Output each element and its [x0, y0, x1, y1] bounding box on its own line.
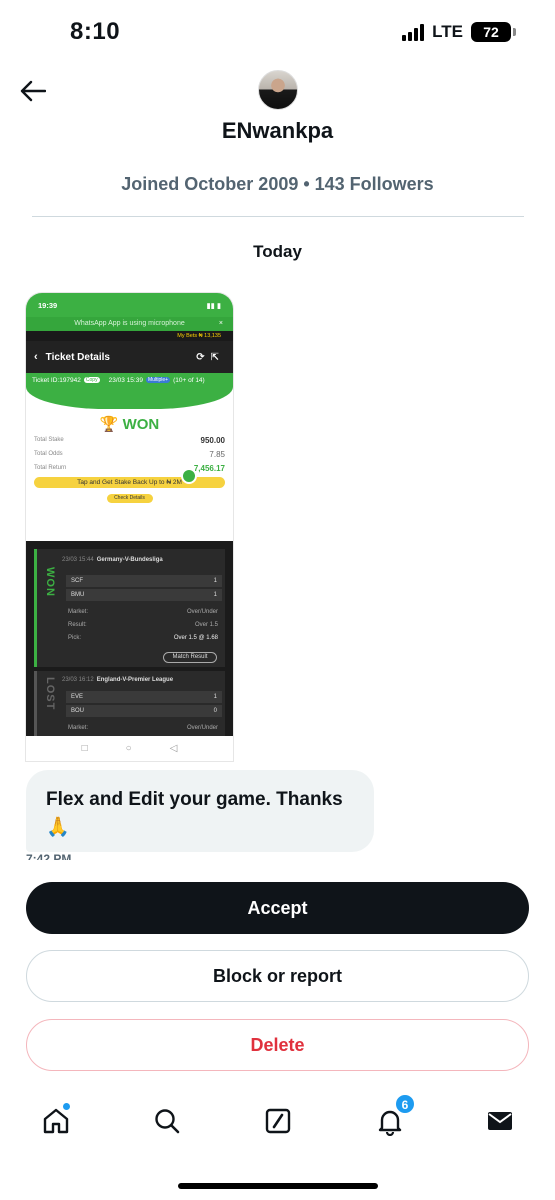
message-emoji: 🙏: [46, 817, 70, 838]
message-time: 7:42 PM: [26, 852, 72, 860]
nav-home[interactable]: [39, 1102, 73, 1138]
attachment-mybets: My Bets ₦ 13,135: [26, 331, 233, 341]
profile-summary: Joined October 2009 • 143 Followers: [121, 174, 434, 194]
attachment-phone-time: 19:39: [38, 300, 58, 310]
attachment-ticket-header: ‹ Ticket Details ⟳⇱: [26, 341, 233, 373]
attachment-title: Ticket Details: [45, 351, 110, 363]
status-time: 8:10: [70, 18, 121, 45]
nav-search[interactable]: [150, 1104, 184, 1138]
attachment-status-bar: 19:39 ▮▮ ▮: [26, 293, 233, 317]
nav-grok[interactable]: [261, 1104, 295, 1138]
attachment-ticket-info: Ticket ID:197942 Copy 23/03 15:39 Multip…: [26, 373, 233, 409]
message-text: Flex and Edit your game. Thanks: [46, 789, 343, 810]
attachment-match-card-won: WON 23/03 15:44 Germany-V-Bundesliga SCF 1…: [34, 549, 225, 667]
status-indicators: LTE 72: [402, 22, 516, 42]
signal-icon: [402, 23, 425, 41]
display-name[interactable]: ENwankpa: [0, 118, 555, 144]
attachment-return-row: Total Return 7,456.17: [34, 463, 225, 473]
accept-button[interactable]: Accept: [26, 882, 529, 934]
notifications-badge: 6: [395, 1094, 415, 1114]
attachment-won-label: 🏆 WON: [99, 416, 160, 433]
status-bar: 8:10 LTE 72: [0, 0, 555, 66]
date-separator: Today: [253, 242, 302, 261]
nav-notifications[interactable]: 6: [373, 1094, 415, 1138]
network-label: LTE: [432, 22, 463, 41]
envelope-icon: [488, 1112, 512, 1130]
back-button[interactable]: [16, 76, 50, 106]
block-or-report-button[interactable]: Block or report: [26, 950, 529, 1002]
battery-level: 72: [483, 24, 499, 40]
grok-icon: [265, 1108, 291, 1134]
attachment-matches: WON 23/03 15:44 Germany-V-Bundesliga SCF 1…: [26, 541, 233, 736]
attachment-status-icons: ▮▮ ▮: [206, 300, 221, 310]
home-unread-dot: [62, 1102, 71, 1111]
message-bubble[interactable]: Flex and Edit your game. Thanks 🙏: [26, 770, 374, 852]
image-attachment[interactable]: 19:39 ▮▮ ▮ WhatsApp App is using microph…: [26, 293, 233, 761]
attachment-android-nav: □ ○ ◁: [26, 736, 233, 761]
avatar[interactable]: [258, 70, 298, 110]
attachment-promo: Tap and Get Stake Back Up to ₦ 2M: [34, 468, 225, 488]
delete-button[interactable]: Delete: [26, 1019, 529, 1071]
bottom-nav: 6: [0, 1094, 555, 1158]
attachment-match-card-lost: LOST 23/03 16:12 England-V-Premier League…: [34, 671, 225, 736]
search-icon: [155, 1109, 180, 1134]
attachment-whatsapp-banner: WhatsApp App is using microphone ×: [26, 317, 233, 331]
divider: [32, 216, 524, 217]
conversation-header: ENwankpa: [0, 66, 555, 156]
battery-icon: 72: [471, 22, 516, 42]
back-arrow-icon: [20, 80, 46, 102]
home-indicator[interactable]: [178, 1183, 378, 1189]
attachment-odds-row: Total Odds 7.85: [34, 449, 225, 459]
attachment-check-details: Check Details: [106, 494, 153, 503]
nav-messages[interactable]: [483, 1104, 517, 1138]
attachment-header-icons: ⟳⇱: [196, 351, 225, 363]
attachment-stake-row: Total Stake 950.00: [34, 435, 225, 445]
